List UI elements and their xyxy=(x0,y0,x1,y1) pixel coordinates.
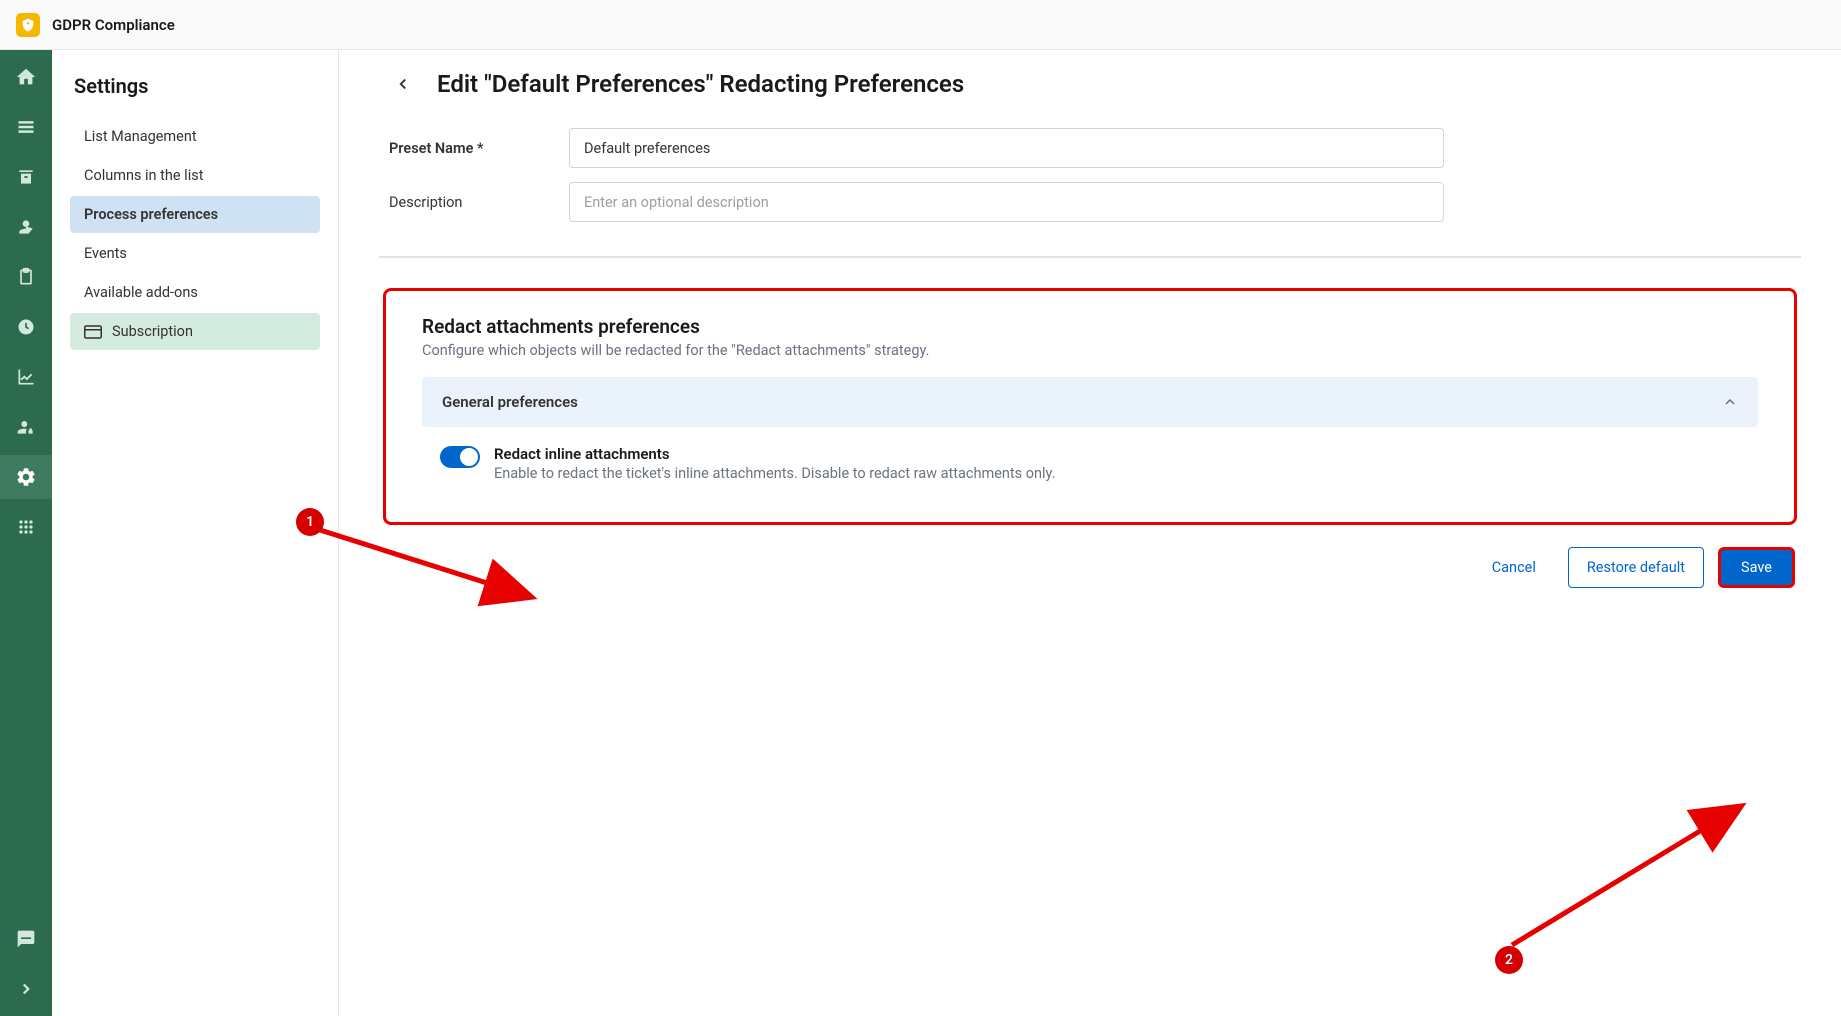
accordion-title: General preferences xyxy=(442,393,578,411)
back-button[interactable] xyxy=(389,70,417,98)
redact-inline-toggle[interactable] xyxy=(440,446,480,468)
nav-columns[interactable]: Columns in the list xyxy=(70,157,320,194)
chevron-left-icon xyxy=(394,75,412,93)
cancel-button[interactable]: Cancel xyxy=(1474,547,1554,588)
chart-icon[interactable] xyxy=(15,366,37,388)
app-logo-icon xyxy=(16,13,40,37)
nav-subscription-label: Subscription xyxy=(112,323,193,340)
toggle-label: Redact inline attachments xyxy=(494,445,1055,463)
nav-subscription[interactable]: Subscription xyxy=(70,313,320,350)
apps-icon[interactable] xyxy=(15,516,37,538)
left-rail xyxy=(0,50,52,1016)
chevron-up-icon xyxy=(1722,394,1738,410)
credit-card-icon xyxy=(84,325,102,339)
home-icon[interactable] xyxy=(15,66,37,88)
redact-preferences-section: Redact attachments preferences Configure… xyxy=(383,288,1797,525)
clipboard-icon[interactable] xyxy=(15,266,37,288)
save-button[interactable]: Save xyxy=(1718,547,1795,588)
person-off-icon[interactable] xyxy=(15,216,37,238)
nav-addons[interactable]: Available add-ons xyxy=(70,274,320,311)
clock-icon[interactable] xyxy=(15,316,37,338)
description-label: Description xyxy=(389,194,569,211)
general-preferences-accordion[interactable]: General preferences xyxy=(422,377,1758,427)
preset-name-label: Preset Name * xyxy=(389,140,569,157)
nav-list-management[interactable]: List Management xyxy=(70,118,320,155)
app-title: GDPR Compliance xyxy=(52,16,175,34)
annotation-badge-1: 1 xyxy=(296,508,324,536)
section-title: Redact attachments preferences xyxy=(422,315,1758,338)
nav-events[interactable]: Events xyxy=(70,235,320,272)
settings-title: Settings xyxy=(70,74,320,98)
nav-process-preferences[interactable]: Process preferences xyxy=(70,196,320,233)
main-content: Edit "Default Preferences" Redacting Pre… xyxy=(339,50,1841,1016)
section-desc: Configure which objects will be redacted… xyxy=(422,342,1758,359)
settings-icon[interactable] xyxy=(0,455,52,499)
restore-default-button[interactable]: Restore default xyxy=(1568,547,1704,588)
toggle-desc: Enable to redact the ticket's inline att… xyxy=(494,465,1055,482)
chat-icon[interactable] xyxy=(15,928,37,950)
settings-sidebar: Settings List Management Columns in the … xyxy=(52,50,339,1016)
list-icon[interactable] xyxy=(15,116,37,138)
archive-icon[interactable] xyxy=(15,166,37,188)
toggle-knob xyxy=(460,448,478,466)
expand-icon[interactable] xyxy=(15,978,37,1000)
page-title: Edit "Default Preferences" Redacting Pre… xyxy=(437,70,964,98)
person-lock-icon[interactable] xyxy=(15,416,37,438)
preset-name-input[interactable] xyxy=(569,128,1444,168)
annotation-badge-2: 2 xyxy=(1495,946,1523,974)
description-input[interactable] xyxy=(569,182,1444,222)
top-bar: GDPR Compliance xyxy=(0,0,1841,50)
